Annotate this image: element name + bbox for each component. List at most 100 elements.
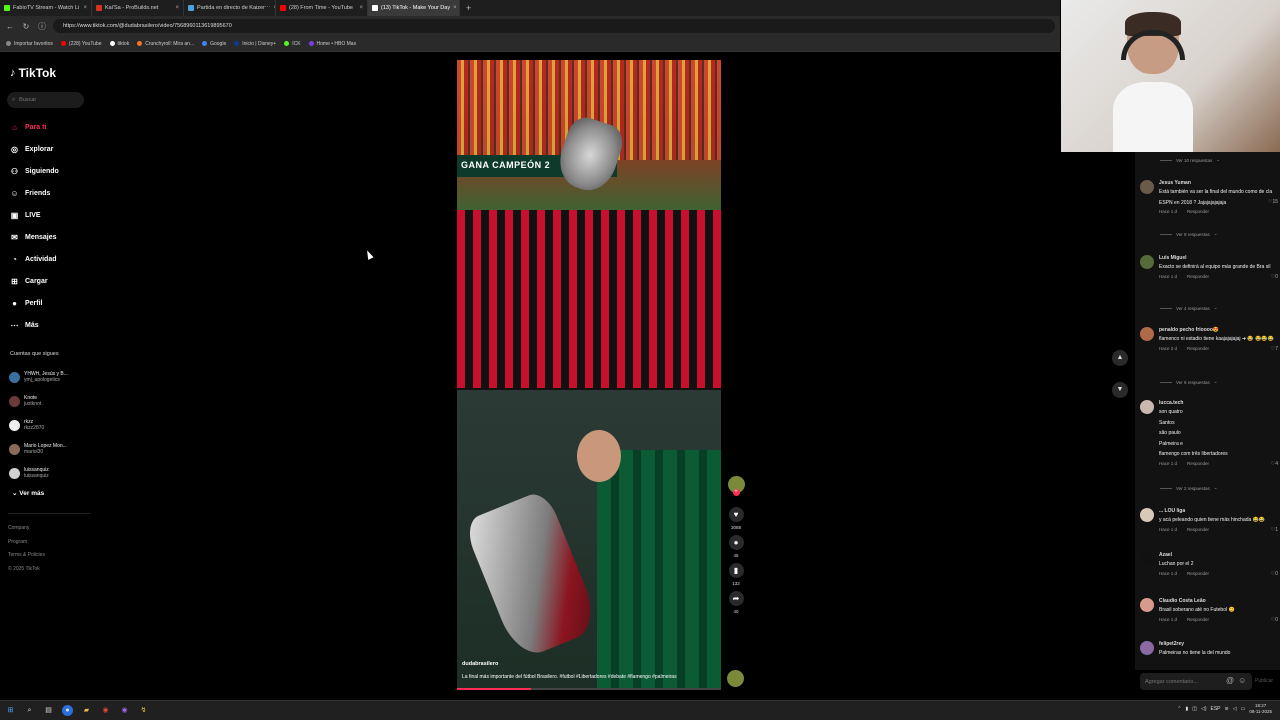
browser-tab[interactable]: FabioTV Stream - Watch Li × [0,0,92,16]
bookmark-item[interactable]: ICK [284,41,301,47]
comment-avatar[interactable] [1140,508,1154,522]
footer-link[interactable]: Company [8,522,45,536]
search-input[interactable]: ⌕ Buscar [7,92,84,108]
sidebar-item-live[interactable]: ▣ LIVE [10,204,59,226]
emoji-icon[interactable]: ☺ [1238,676,1246,685]
browser-tab[interactable]: (13) TikTok - Make Your Day × [368,0,460,16]
chevron-up-icon[interactable]: ⌃ [1177,706,1181,712]
comment-author[interactable]: penaldo pecho frioooo😍 [1159,327,1278,334]
comment-avatar[interactable] [1140,641,1154,655]
mic-icon[interactable]: ▮ [1185,706,1188,712]
address-input[interactable]: https://www.tiktok.com/@dudabrasilero/vi… [53,19,1055,33]
browser-tab[interactable]: (28) From Time - YouTube × [276,0,368,16]
comment-author[interactable]: Claudio Costa Leão [1159,598,1278,605]
reply-button[interactable]: Responder [1187,273,1209,281]
previous-video-icon[interactable]: ▲ [1112,350,1128,366]
creator-avatar[interactable]: + [727,476,745,496]
comment-author[interactable]: felipet2rey [1159,641,1278,648]
sidebar-item-mensajes[interactable]: ✉ Mensajes [10,226,59,248]
following-account[interactable]: Mario Lopez Mon... mariol30 [9,437,68,461]
footer-link[interactable]: Program [8,536,45,550]
comment-author[interactable]: Azael [1159,552,1278,559]
close-tab-icon[interactable]: × [453,5,457,11]
view-replies-button[interactable]: Ver 2 respuestas ⌄ [1160,485,1218,491]
app-yellow-icon[interactable]: ↯ [138,705,149,716]
app-purple-icon[interactable]: ◉ [119,705,130,716]
mention-icon[interactable]: @ [1226,676,1234,685]
chrome-icon[interactable]: ● [62,705,73,716]
footer-link[interactable]: Terms & Policies [8,549,45,563]
sidebar-item-siguiendo[interactable]: ⚇ Siguiendo [10,160,59,182]
music-disc-icon[interactable] [727,670,744,687]
reply-button[interactable]: Responder [1187,345,1209,353]
comment-like[interactable]: ♡0 [1271,571,1278,577]
sidebar-item-cargar[interactable]: ⊞ Cargar [10,270,59,292]
bookmark-item[interactable]: (228) YouTube [60,41,102,47]
publish-button[interactable]: Publicar [1255,678,1273,684]
share-icon[interactable]: ➦ [728,591,744,606]
close-tab-icon[interactable]: × [175,5,179,11]
browser-tab[interactable]: Partida en directo de Kaizer⋯× [184,0,276,16]
battery-icon[interactable]: ▭ [1241,706,1246,712]
comment-avatar[interactable] [1140,400,1154,414]
speaker-icon[interactable]: ◁ [1233,706,1237,712]
network-icon[interactable]: ◫ [1192,706,1197,712]
view-replies-button[interactable]: Ver 8 respuestas ⌄ [1160,231,1218,237]
bookmark-icon[interactable]: ▮ [728,563,744,578]
next-video-icon[interactable]: ▼ [1112,382,1128,398]
browser-tab[interactable]: Kai'Sa - ProBuilds.net × [92,0,184,16]
comment-like[interactable]: ♡0 [1271,617,1278,623]
reply-button[interactable]: Responder [1187,526,1209,534]
clock[interactable]: 18:27 08-11-2025 [1249,703,1272,715]
sidebar-item-ms[interactable]: ⋯ Más [10,314,59,336]
like-icon[interactable]: ♥ [728,507,744,522]
comment-avatar[interactable] [1140,255,1154,269]
comment-avatar[interactable] [1140,598,1154,612]
comment-like[interactable]: ♡0 [1271,274,1278,280]
comment-like[interactable]: ♡1 [1271,527,1278,533]
comment-author[interactable]: lucca.tech [1159,400,1278,407]
following-account[interactable]: Knote justknot [9,389,68,413]
follow-plus-icon[interactable]: + [732,489,740,496]
wifi-icon[interactable]: ≋ [1225,706,1229,712]
bookmark-item[interactable]: tiktok [109,41,129,47]
sidebar-item-explorar[interactable]: ◎ Explorar [10,138,59,160]
reply-button[interactable]: Responder [1187,460,1209,468]
video-progress-bar[interactable] [457,688,721,690]
comment-author[interactable]: Luis Miguel [1159,255,1278,262]
see-more-button[interactable]: ⌄ Ver más [12,489,44,497]
tiktok-logo[interactable]: ♪ TikTok [10,66,56,80]
language-indicator[interactable]: ESP [1211,706,1221,712]
app-red-icon[interactable]: ◉ [100,705,111,716]
bookmark-item[interactable]: Crunchyroll: Mira an... [137,41,194,47]
close-tab-icon[interactable]: × [83,5,87,11]
sidebar-item-friends[interactable]: ☺ Friends [10,182,59,204]
view-replies-button[interactable]: Ver 4 respuestas ⌄ [1160,305,1218,311]
close-tab-icon[interactable]: × [359,5,363,11]
file-explorer-icon[interactable]: ▰ [81,705,92,716]
comment-like[interactable]: ♡7 [1271,346,1278,352]
sidebar-item-perfil[interactable]: ● Perfil [10,292,59,314]
reply-button[interactable]: Responder [1187,616,1209,624]
following-account[interactable]: luissanquiz luissanquiz [9,461,68,485]
comment-like[interactable]: ♡15 [1268,199,1278,205]
following-account[interactable]: rkzz rkzz2870 [9,413,68,437]
comment-like[interactable]: ♡4 [1271,461,1278,467]
comment-avatar[interactable] [1140,180,1154,194]
video-username[interactable]: dudabrasilero [462,661,712,667]
reply-button[interactable]: Responder [1187,570,1209,578]
search-icon[interactable]: ⌕ [24,705,35,716]
following-account[interactable]: YHWH, Jesús y B... ymj_apologetics [9,365,68,389]
reload-icon[interactable]: ↻ [21,22,31,31]
bookmark-item[interactable]: Home • HBO Max [308,41,356,47]
comment-avatar[interactable] [1140,552,1154,566]
video-player[interactable]: GANA CAMPEÓN 2 dudabrasilero La final má… [457,60,721,690]
view-replies-button[interactable]: Ver 6 respuestas ⌄ [1160,379,1218,385]
bookmark-item[interactable]: Inicio | Disney+ [234,41,276,47]
comment-author[interactable]: ... LOU liga [1159,508,1278,515]
task-view-icon[interactable]: ▤ [43,705,54,716]
windows-start-icon[interactable]: ⊞ [5,705,16,716]
sidebar-item-parati[interactable]: ⌂ Para ti [10,116,59,138]
bookmark-item[interactable]: Importar favoritos [6,41,53,47]
bookmark-item[interactable]: Google [202,41,226,47]
